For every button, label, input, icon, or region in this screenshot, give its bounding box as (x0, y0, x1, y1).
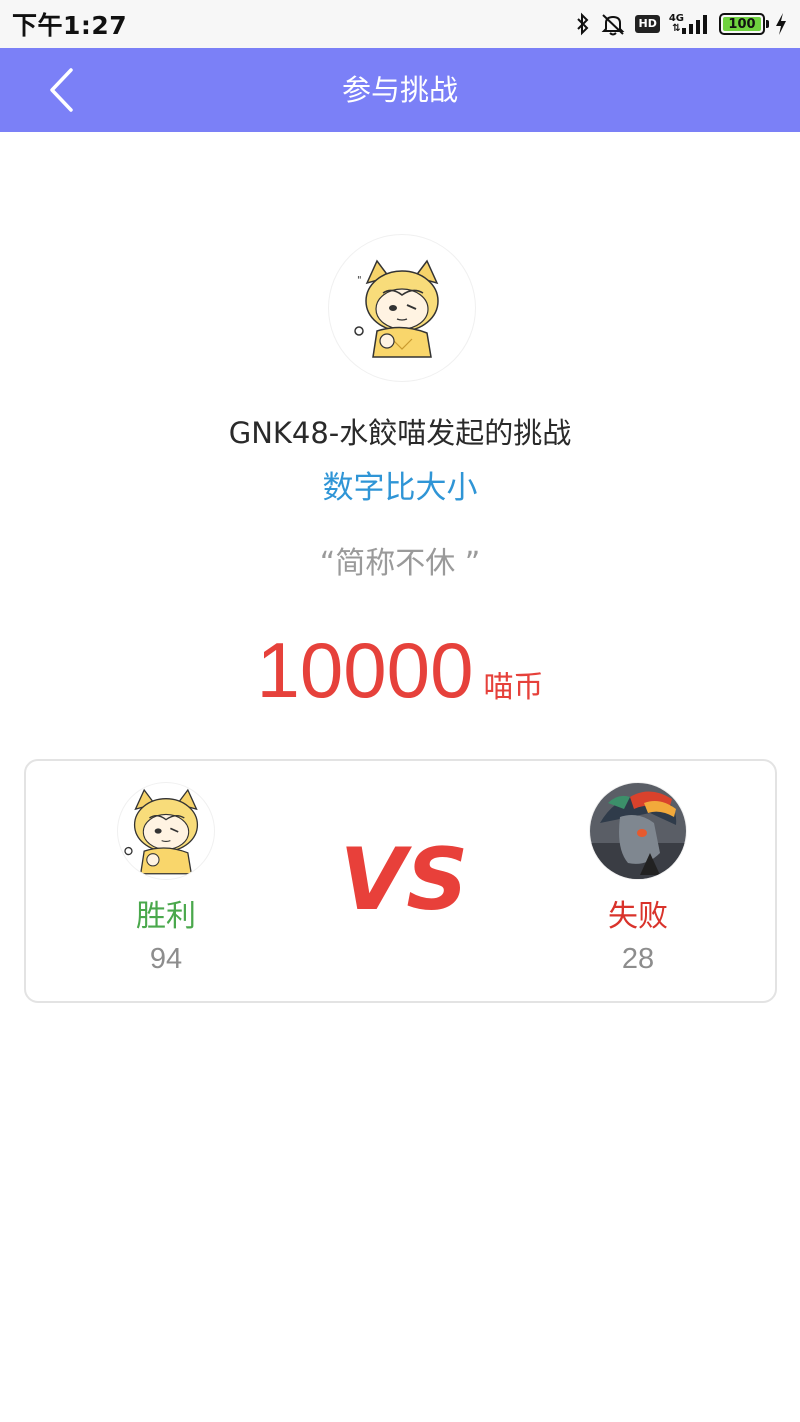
cat-avatar-illustration (124, 788, 199, 875)
svg-text:": " (357, 275, 362, 286)
vs-label: VS (344, 831, 464, 926)
signal-icon: 4G ⇅ (669, 10, 710, 38)
stake-unit: 喵币 (483, 670, 544, 705)
bluetooth-icon (575, 10, 591, 38)
chevron-left-icon (50, 68, 73, 112)
vs-icon: VS (344, 831, 464, 926)
hd-icon: HD (635, 10, 660, 38)
charging-icon (774, 10, 788, 38)
stake-amount: 10000 (256, 626, 474, 714)
page-title: 参与挑战 (341, 73, 458, 107)
cat-avatar-illustration: " (354, 259, 439, 358)
player-right-score: 28 (621, 943, 655, 975)
status-icons: HD 4G ⇅ 100 (575, 10, 788, 38)
player-right: 失败 28 (588, 783, 688, 976)
game-name: 数字比大小 (322, 470, 478, 506)
nav-bar: 参与挑战 (0, 48, 800, 132)
versus-card: 胜利 94 VS 失败 28 (24, 759, 777, 1003)
mute-bell-icon (600, 10, 626, 38)
stake: 10000 喵币 (0, 625, 800, 716)
battery-icon: 100 (719, 10, 769, 38)
challenge-slogan: “简称不休 ” (319, 546, 481, 581)
status-bar: 下午1:27 HD 4G ⇅ 100 (0, 0, 800, 48)
status-time: 下午1:27 (12, 11, 128, 40)
initiator-avatar[interactable]: " (329, 235, 475, 381)
pony-avatar-illustration (590, 783, 686, 879)
back-button[interactable] (36, 64, 88, 116)
player-left-score: 94 (149, 943, 183, 975)
player-left: 胜利 94 (116, 783, 216, 976)
player-right-avatar[interactable] (590, 783, 686, 879)
player-right-result: 失败 (608, 899, 668, 934)
challenge-initiator-text: GNK48-水餃喵发起的挑战 (228, 416, 572, 450)
player-left-result: 胜利 (136, 899, 196, 934)
player-left-avatar[interactable] (118, 783, 214, 879)
